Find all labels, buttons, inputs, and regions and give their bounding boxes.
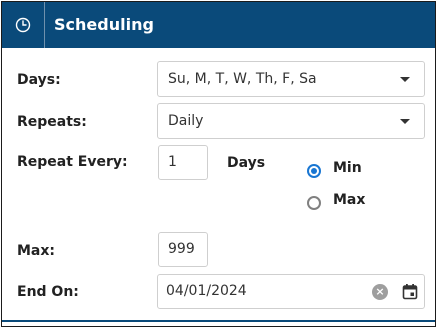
- end-on-label: End On:: [17, 284, 79, 300]
- repeat-every-input[interactable]: 1: [158, 145, 208, 180]
- panel-header: Scheduling: [2, 2, 435, 48]
- panel-bottom-border: [2, 320, 435, 322]
- chevron-down-icon: [400, 119, 410, 124]
- repeats-select[interactable]: Daily: [157, 103, 425, 139]
- calendar-icon[interactable]: [402, 283, 418, 300]
- days-select[interactable]: Su, M, T, W, Th, F, Sa: [157, 61, 425, 97]
- end-on-date-input[interactable]: 04/01/2024 ×: [157, 274, 425, 309]
- repeat-every-label: Repeat Every:: [17, 154, 128, 170]
- days-value: Su, M, T, W, Th, F, Sa: [168, 71, 317, 87]
- max-input[interactable]: 999: [158, 232, 208, 267]
- repeats-label: Repeats:: [17, 114, 87, 130]
- max-label: Max:: [17, 243, 56, 259]
- clock-icon: [2, 2, 45, 48]
- max-radio-label[interactable]: Max: [333, 192, 365, 208]
- chevron-down-icon: [400, 77, 410, 82]
- repeat-every-unit: Days: [227, 155, 266, 171]
- repeats-value: Daily: [168, 113, 204, 129]
- repeat-every-value: 1: [168, 154, 177, 170]
- max-radio[interactable]: [307, 196, 321, 210]
- max-value: 999: [168, 241, 195, 257]
- panel-title: Scheduling: [54, 15, 154, 34]
- days-label: Days:: [17, 72, 61, 88]
- clear-icon[interactable]: ×: [372, 284, 388, 300]
- min-radio[interactable]: [307, 164, 321, 178]
- scheduling-panel: Scheduling Days: Su, M, T, W, Th, F, Sa …: [1, 1, 436, 327]
- min-radio-label[interactable]: Min: [333, 160, 362, 176]
- end-on-value: 04/01/2024: [166, 283, 247, 299]
